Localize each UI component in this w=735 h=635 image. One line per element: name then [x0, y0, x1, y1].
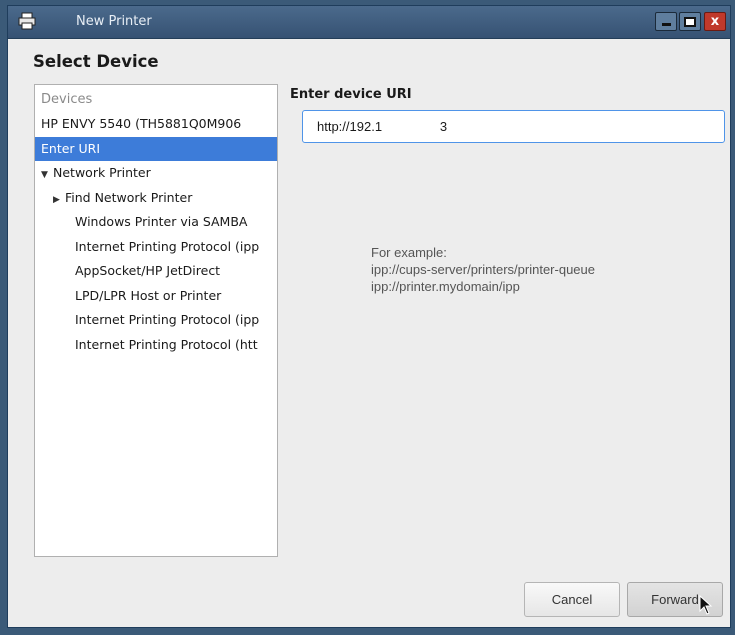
window-title: New Printer — [76, 14, 152, 29]
minimize-button[interactable] — [655, 12, 677, 31]
device-item[interactable]: Internet Printing Protocol (htt — [35, 333, 277, 357]
device-item[interactable]: Internet Printing Protocol (ipp — [35, 235, 277, 259]
page-title: Select Device — [33, 52, 159, 71]
title-bar[interactable]: New Printer x — [8, 6, 730, 39]
example-ipp-cups: ipp://cups-server/printers/printer-queue — [371, 262, 595, 277]
device-item-label: AppSocket/HP JetDirect — [75, 263, 221, 278]
device-item[interactable]: Windows Printer via SAMBA — [35, 210, 277, 234]
device-item[interactable]: Internet Printing Protocol (ipp — [35, 308, 277, 332]
device-item-label: Internet Printing Protocol (ipp — [75, 238, 260, 254]
example-ipp-domain: ipp://printer.mydomain/ipp — [371, 279, 520, 294]
printer-icon — [18, 12, 36, 30]
new-printer-window: New Printer x Select Device Devices HP E… — [7, 5, 731, 628]
device-item-label: Internet Printing Protocol (htt — [75, 336, 258, 352]
device-item-label: HP ENVY 5540 (TH5881Q0M906 — [41, 116, 242, 131]
example-intro: For example: — [371, 245, 447, 260]
device-item-label: Network Printer — [53, 165, 151, 180]
device-item-label: LPD/LPR Host or Printer — [75, 287, 222, 303]
device-item[interactable]: HP ENVY 5540 (TH5881Q0M906 — [35, 112, 277, 136]
expander-right-icon[interactable]: ▶ — [53, 188, 65, 210]
device-uri-input[interactable] — [302, 110, 725, 143]
minimize-icon — [661, 22, 671, 26]
cancel-button[interactable]: Cancel — [524, 582, 620, 617]
device-item-label: Enter URI — [41, 140, 101, 156]
expander-down-icon[interactable]: ▼ — [41, 163, 53, 185]
device-item[interactable]: ▼ Network Printer — [35, 161, 277, 185]
close-icon: x — [710, 14, 720, 29]
device-item-label: Internet Printing Protocol (ipp — [75, 312, 260, 327]
device-item[interactable]: LPD/LPR Host or Printer — [35, 284, 277, 308]
uri-label: Enter device URI — [290, 87, 412, 102]
mouse-pointer-icon — [699, 595, 713, 615]
maximize-icon — [684, 16, 696, 27]
uri-example: For example: ipp://cups-server/printers/… — [371, 244, 595, 295]
devices-column-header[interactable]: Devices — [41, 92, 92, 107]
device-item-label: Find Network Printer — [65, 189, 193, 205]
close-button[interactable]: x — [704, 12, 726, 31]
device-list[interactable]: Devices HP ENVY 5540 (TH5881Q0M906 Enter … — [34, 84, 278, 557]
device-item[interactable]: ▶ Find Network Printer — [35, 186, 277, 210]
device-item[interactable]: AppSocket/HP JetDirect — [35, 259, 277, 283]
device-item[interactable]: Enter URI — [35, 136, 277, 161]
device-item-label: Windows Printer via SAMBA — [75, 214, 248, 229]
maximize-button[interactable] — [679, 12, 701, 31]
